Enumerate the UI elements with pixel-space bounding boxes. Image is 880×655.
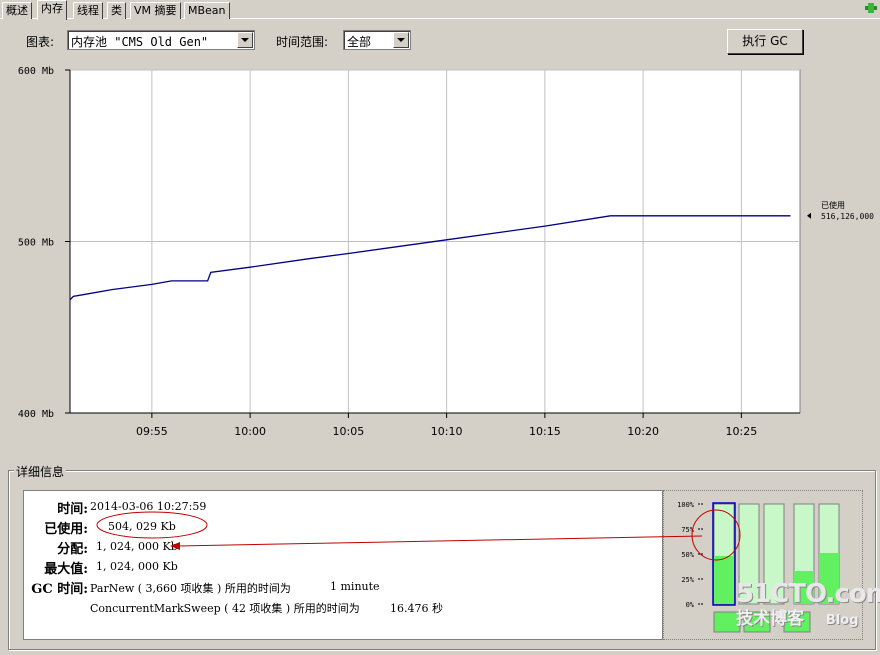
gc-row-parnew: ParNew ( 3,660 项收集 ) 所用的时间为 <box>90 582 291 595</box>
time-range-value: 全部 <box>347 35 372 49</box>
bar-scale-label: 50% <box>681 551 694 559</box>
x-tick-label: 10:25 <box>726 425 758 438</box>
watermark-logo: 51CTO.com 技术博客 Blog <box>736 579 880 629</box>
tab-mbeans[interactable]: MBean <box>184 2 230 19</box>
x-tick-label: 09:55 <box>136 425 168 438</box>
x-tick-label: 10:00 <box>234 425 266 438</box>
y-tick-label: 500 Mb <box>18 238 54 249</box>
chart-select-value: 内存池 "CMS Old Gen" <box>71 35 209 49</box>
bar-scale-label: 25% <box>681 576 694 584</box>
time-range-label: 时间范围: <box>276 35 329 49</box>
chart-label: 图表: <box>26 35 55 49</box>
pool-bar-fill <box>714 556 734 604</box>
x-tick-label: 10:15 <box>529 425 561 438</box>
max-key: 最大值: <box>44 562 88 577</box>
details-panel: 时间: 2014-03-06 10:27:59 已使用: 504, 029 Kb… <box>23 490 663 640</box>
time-value: 2014-03-06 10:27:59 <box>90 500 207 513</box>
bar-scale-label: 75% <box>681 526 694 534</box>
used-key: 已使用: <box>44 522 88 537</box>
gc-time-key: GC 时间: <box>31 582 88 597</box>
gc-row-parnew-duration: 1 minute <box>330 580 380 593</box>
tab-classes[interactable]: 类 <box>107 2 126 19</box>
time-key: 时间: <box>57 502 88 517</box>
x-tick-label: 10:20 <box>627 425 659 438</box>
y-tick-label: 400 Mb <box>18 409 54 420</box>
bar-scale-label: 0% <box>686 601 695 609</box>
series-marker-icon <box>807 212 811 219</box>
gc-row-cms-duration: 16.476 秒 <box>390 602 443 615</box>
y-tick-label: 600 Mb <box>18 66 54 77</box>
used-value: 504, 029 Kb <box>108 520 176 533</box>
details-title: 详细信息 <box>14 463 67 480</box>
perform-gc-button[interactable]: 执行 GC <box>727 29 803 54</box>
tab-threads[interactable]: 线程 <box>73 2 103 19</box>
memory-chart: 600 Mb 500 Mb 400 Mb 09:55 10:00 10:05 10:10 10… <box>18 66 874 438</box>
connection-icon <box>865 3 877 13</box>
committed-value: 1, 024, 000 Kb <box>96 540 178 553</box>
tab-overview[interactable]: 概述 <box>2 2 32 19</box>
chevron-down-icon[interactable] <box>237 32 253 48</box>
x-tick-label: 10:05 <box>333 425 365 438</box>
x-tick-label: 10:10 <box>431 425 463 438</box>
chart-select[interactable]: 内存池 "CMS Old Gen" <box>67 30 255 50</box>
committed-key: 分配: <box>57 542 88 557</box>
tab-memory[interactable]: 内存 <box>37 0 67 20</box>
gc-row-cms: ConcurrentMarkSweep ( 42 项收集 ) 所用的时间为 <box>90 602 360 615</box>
tab-vm-summary[interactable]: VM 摘要 <box>130 2 181 19</box>
annotation-label: 已使用 <box>821 200 845 210</box>
bar-scale-label: 100% <box>677 501 695 509</box>
chevron-down-icon[interactable] <box>393 32 409 48</box>
time-range-select[interactable]: 全部 <box>343 30 411 50</box>
tab-bar: 概述 内存 线程 类 VM 摘要 MBean <box>0 0 880 20</box>
max-value: 1, 024, 000 Kb <box>96 560 178 573</box>
annotation-value: 516,126,000 <box>821 212 874 221</box>
